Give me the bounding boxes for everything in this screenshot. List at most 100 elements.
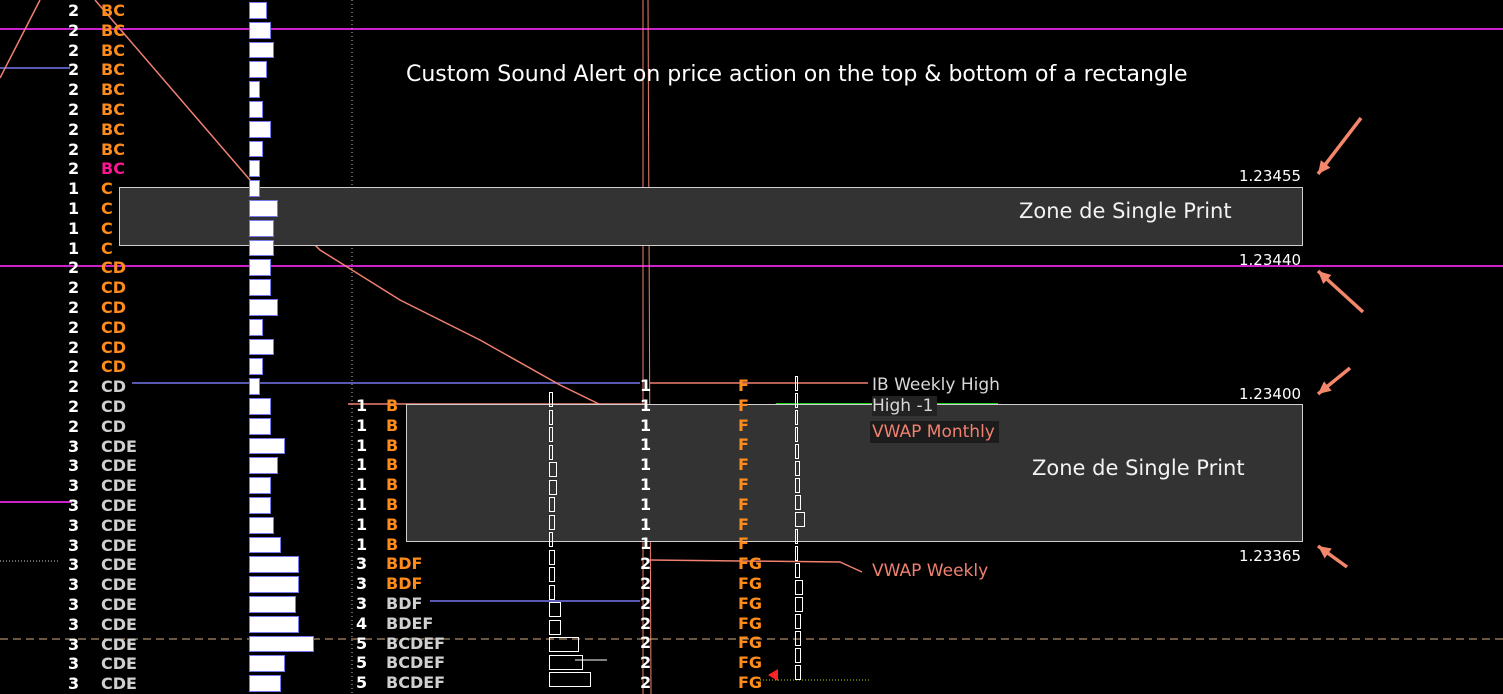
tpo-letters: CD <box>101 337 127 357</box>
volume-bar <box>795 580 803 595</box>
tpo-letters: CD <box>101 377 127 397</box>
tpo-letters: F <box>738 435 749 455</box>
tpo-count: 2 <box>640 554 652 574</box>
tpo-count: 1 <box>356 514 368 534</box>
volume-bar <box>249 615 299 633</box>
tpo-letters: B <box>386 475 399 495</box>
tpo-count: 3 <box>68 634 80 654</box>
tpo-letters: BC <box>101 20 125 40</box>
tpo-count: 2 <box>68 40 80 60</box>
tpo-count: 2 <box>68 357 80 377</box>
volume-bar <box>795 461 800 476</box>
tpo-count: 2 <box>640 613 652 633</box>
tpo-letters: C <box>101 218 113 238</box>
tpo-count: 3 <box>356 574 368 594</box>
tpo-letters: BC <box>101 159 125 179</box>
volume-bar <box>249 477 271 494</box>
tpo-count: 2 <box>68 377 80 397</box>
tpo-count: 1 <box>356 534 368 554</box>
volume-bar <box>249 2 267 19</box>
tpo-count: 2 <box>68 317 80 337</box>
volume-bar <box>249 279 271 296</box>
price-label-upper-top: 1.23455 <box>1239 167 1302 185</box>
tpo-count: 2 <box>68 337 80 357</box>
volume-bar <box>549 409 553 425</box>
current-price-marker-icon <box>768 669 778 681</box>
tpo-count: 3 <box>68 535 80 555</box>
vwap-curve-left-upper <box>0 0 41 79</box>
tpo-letters: CDE <box>101 555 137 575</box>
tpo-count: 1 <box>356 475 368 495</box>
volume-bar <box>249 41 274 59</box>
tpo-letters: BCDEF <box>386 653 446 673</box>
tpo-letters: F <box>738 494 749 514</box>
tpo-count: 5 <box>356 653 368 673</box>
volume-bar <box>549 619 561 635</box>
volume-bar <box>549 672 591 687</box>
price-label-upper-bottom: 1.23440 <box>1239 251 1302 269</box>
volume-bar <box>249 417 271 435</box>
tpo-count: 1 <box>356 435 368 455</box>
volume-bar <box>795 376 798 391</box>
volume-bar <box>795 410 798 425</box>
tpo-letters: BCDEF <box>386 633 446 653</box>
tpo-letters: BC <box>101 100 125 119</box>
tpo-letters: CDE <box>101 496 137 515</box>
volume-bar <box>549 654 583 670</box>
tpo-count: 2 <box>68 119 80 139</box>
tpo-count: 3 <box>68 515 80 535</box>
volume-bar <box>249 358 263 376</box>
tpo-count: 3 <box>68 456 80 476</box>
tpo-letters: BDF <box>386 554 423 574</box>
tpo-count: 2 <box>68 298 80 317</box>
tpo-count: 2 <box>640 574 652 593</box>
volume-bar <box>249 536 281 554</box>
tpo-letters: CDE <box>101 614 137 634</box>
volume-bar <box>795 563 800 578</box>
tpo-letters: BDF <box>386 594 423 613</box>
volume-bar <box>249 239 274 257</box>
tpo-count: 1 <box>640 395 652 415</box>
vwap-weekly-tag: VWAP Weekly <box>872 561 989 581</box>
tpo-letters: FG <box>738 633 763 653</box>
volume-bar <box>249 576 299 593</box>
tpo-count: 2 <box>640 593 652 613</box>
tpo-count: 3 <box>68 496 80 515</box>
zone-label-upper: Zone de Single Print <box>1019 199 1232 223</box>
tpo-count: 1 <box>640 494 652 514</box>
tpo-letters: C <box>101 199 113 218</box>
tpo-count: 3 <box>68 595 80 614</box>
tpo-letters: BC <box>101 60 125 80</box>
tpo-letters: CD <box>101 317 127 337</box>
volume-bar <box>549 497 555 512</box>
tpo-letters: F <box>738 395 749 415</box>
tpo-count: 2 <box>640 653 652 673</box>
tpo-letters: CDE <box>101 575 137 595</box>
chart-canvas[interactable]: Zone de Single Print Zone de Single Prin… <box>0 0 1503 694</box>
tpo-letters: BC <box>101 119 125 139</box>
tpo-count: 1 <box>68 218 80 238</box>
tpo-count: 2 <box>68 20 80 40</box>
volume-bar <box>795 393 798 408</box>
tpo-letters: B <box>386 435 399 455</box>
volume-bar <box>549 567 555 582</box>
tpo-letters: CDE <box>101 476 137 496</box>
tpo-count: 2 <box>68 80 80 100</box>
volume-bar <box>249 655 285 673</box>
tpo-letters: CD <box>101 278 127 298</box>
volume-bar <box>549 637 579 652</box>
volume-bar <box>249 219 274 237</box>
volume-bar <box>549 584 555 600</box>
tpo-count: 2 <box>68 100 80 119</box>
volume-bar <box>249 635 314 653</box>
volume-bar <box>549 532 553 547</box>
volume-bar <box>795 614 801 629</box>
volume-bar <box>549 549 555 565</box>
tpo-count: 2 <box>68 416 80 436</box>
volume-bar <box>249 596 296 613</box>
tpo-letters: FG <box>738 593 763 613</box>
tpo-letters: F <box>738 534 749 554</box>
volume-bar <box>795 495 801 510</box>
volume-bar <box>795 546 798 561</box>
price-label-lower-bottom: 1.23365 <box>1239 547 1302 565</box>
